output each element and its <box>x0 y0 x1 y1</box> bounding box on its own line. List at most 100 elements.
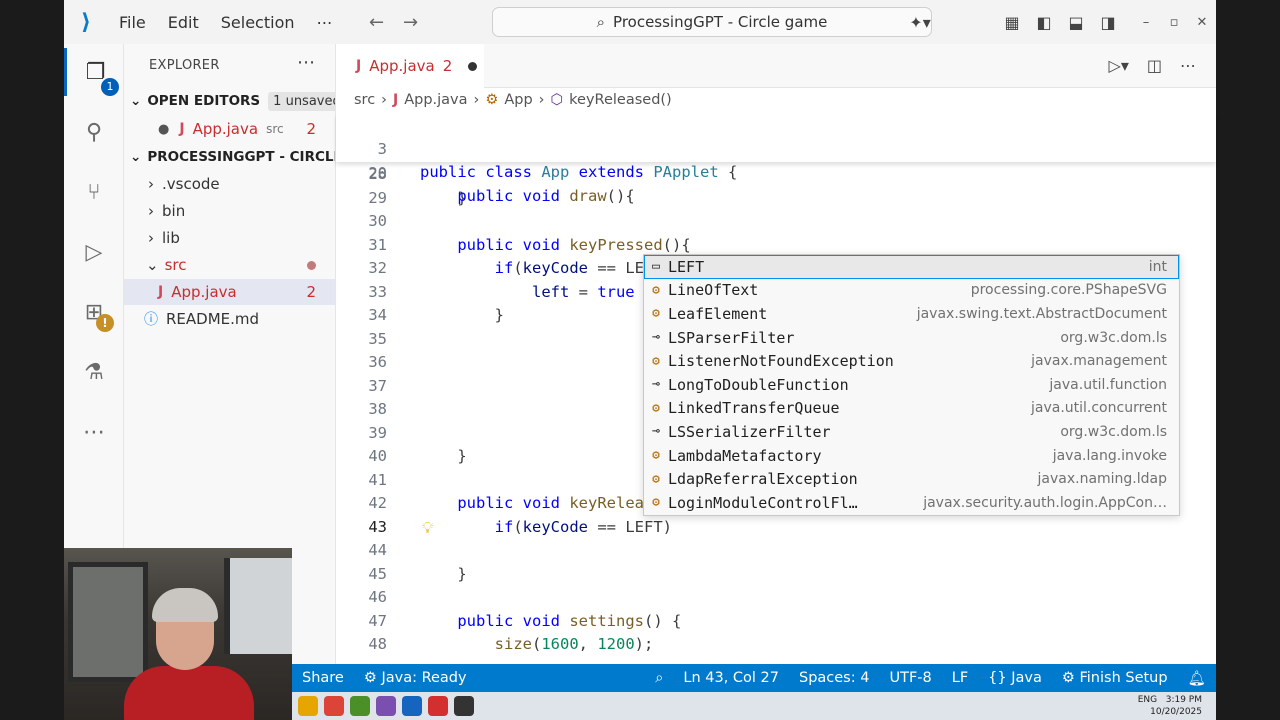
menu-more[interactable]: ⋯ <box>306 13 344 32</box>
suggestion-item[interactable]: ⊸ LSParserFilter org.w3c.dom.ls <box>644 326 1179 350</box>
tab-app-java[interactable]: J App.java 2 <box>336 44 484 88</box>
share-status[interactable]: Share <box>292 670 354 686</box>
breadcrumb-class[interactable]: App <box>504 92 532 108</box>
suggestion-item[interactable]: ⚙ LoginModuleControlFl… javax.security.aut… <box>644 491 1179 515</box>
tree-item-label: src <box>164 256 187 274</box>
run-icon[interactable]: ▷▾ <box>1109 56 1129 75</box>
extensions-icon[interactable]: ⊞! <box>64 288 124 336</box>
tree-item-vscode[interactable]: › .vscode <box>124 171 335 197</box>
customize-layout-icon[interactable]: ▦ <box>996 13 1028 32</box>
code-line[interactable]: 44 <box>336 539 1216 563</box>
restore-icon[interactable]: ▫ <box>1160 15 1188 30</box>
copilot-icon[interactable]: ✦▾ <box>904 13 936 32</box>
minimize-icon[interactable]: – <box>1132 15 1160 30</box>
code-text: public void draw(){ <box>457 187 635 205</box>
status-bar: Share ⚙ Java: Ready ⌕ Ln 43, Col 27 Spac… <box>292 664 1216 692</box>
breadcrumb-src[interactable]: src <box>354 92 375 108</box>
zoom-icon[interactable]: ⌕ <box>645 670 673 686</box>
java-status[interactable]: ⚙ Java: Ready <box>354 670 477 686</box>
file-explorer-icon[interactable] <box>298 696 318 716</box>
java-file-icon: J <box>356 58 362 74</box>
suggestion-item[interactable]: ⚙ LdapReferralException javax.naming.ldap <box>644 467 1179 491</box>
finish-setup[interactable]: ⚙ Finish Setup <box>1052 670 1178 686</box>
tree-item-lib[interactable]: › lib <box>124 225 335 251</box>
suggestion-item[interactable]: ⚙ LinkedTransferQueue java.util.concurrent <box>644 397 1179 421</box>
tab-label: App.java <box>369 57 435 75</box>
finish-setup-label: Finish Setup <box>1079 670 1168 686</box>
sidebar-more-icon[interactable]: ⋯ <box>297 52 315 73</box>
info-icon: ⓘ <box>144 312 158 328</box>
source-control-icon[interactable]: ⑂ <box>64 168 124 216</box>
search-view-icon[interactable]: ⚲ <box>64 108 124 156</box>
code-line[interactable]: 43 if(keyCode == LEFT) 💡︎ <box>336 516 1216 540</box>
code-line[interactable]: 46 <box>336 586 1216 610</box>
split-editor-icon[interactable]: ◫ <box>1147 56 1162 75</box>
run-debug-icon[interactable]: ▷ <box>64 228 124 276</box>
line-number: 33 <box>368 282 387 301</box>
testing-icon[interactable]: ⚗ <box>64 348 124 396</box>
system-tray[interactable]: ENG 3:19 PM 10/20/2025 <box>1138 694 1202 718</box>
command-center[interactable]: ⌕ ProcessingGPT - Circle game <box>492 7 932 37</box>
webcam-picture-frame <box>68 562 148 682</box>
toggle-sidebar-icon[interactable]: ◧ <box>1028 13 1060 32</box>
code-line[interactable]: 45 } <box>336 563 1216 587</box>
chrome-profile-icon[interactable] <box>350 696 370 716</box>
suggestion-item[interactable]: ⚙ LeafElement javax.swing.text.AbstractDoc… <box>644 302 1179 326</box>
language-mode[interactable]: {} Java <box>978 670 1052 686</box>
breadcrumb-method[interactable]: keyReleased() <box>569 92 672 108</box>
menu-edit[interactable]: Edit <box>157 13 210 32</box>
tree-item-bin[interactable]: › bin <box>124 198 335 224</box>
java-file-icon: J <box>179 121 185 137</box>
menu-file[interactable]: File <box>108 13 157 32</box>
unsaved-dot-icon[interactable]: ● <box>158 122 169 137</box>
app-icon[interactable] <box>376 696 396 716</box>
language-label: Java <box>1011 670 1042 686</box>
chrome-icon[interactable] <box>324 696 344 716</box>
toggle-secondary-sidebar-icon[interactable]: ◨ <box>1092 13 1124 32</box>
indentation[interactable]: Spaces: 4 <box>789 670 879 686</box>
explorer-icon[interactable]: ❐ 1 <box>64 48 124 96</box>
open-editors-header[interactable]: ⌄ OPEN EDITORS 1 unsaved <box>124 88 335 114</box>
suggestion-item[interactable]: ▭ LEFT int <box>644 255 1179 279</box>
suggestion-item[interactable]: ⚙ ListenerNotFoundException javax.manageme… <box>644 349 1179 373</box>
recorder-icon[interactable] <box>428 696 448 716</box>
encoding[interactable]: UTF-8 <box>879 670 941 686</box>
notifications-bell-icon[interactable]: 🔔︎ <box>1178 670 1216 687</box>
back-arrow-icon[interactable]: ← <box>360 12 394 33</box>
cursor-position[interactable]: Ln 43, Col 27 <box>673 670 789 686</box>
class-kind-icon: ⚙ <box>652 400 660 416</box>
open-editor-item[interactable]: ● J App.java src 2 <box>124 116 335 142</box>
toggle-panel-icon[interactable]: ⬓ <box>1060 13 1092 32</box>
suggestion-item[interactable]: ⊸ LSSerializerFilter org.w3c.dom.ls <box>644 420 1179 444</box>
suggestion-item[interactable]: ⊸ LongToDoubleFunction java.util.function <box>644 373 1179 397</box>
suggestion-item[interactable]: ⚙ LambdaMetafactory java.lang.invoke <box>644 444 1179 468</box>
interface-kind-icon: ⊸ <box>652 424 660 440</box>
title-bar: ⟩ File Edit Selection ⋯ ← → ⌕ Processing… <box>64 0 1216 44</box>
menu-selection[interactable]: Selection <box>210 13 306 32</box>
code-line[interactable]: 48 size(1600, 1200); <box>336 633 1216 657</box>
tree-item-src[interactable]: ⌄ src <box>124 252 335 278</box>
suggestion-widget[interactable]: ▭ LEFT int ⚙ LineOfText processing.core.PShap… <box>643 254 1180 516</box>
forward-arrow-icon[interactable]: → <box>394 12 428 33</box>
more-actions-icon[interactable]: ⋯ <box>1180 56 1196 75</box>
vscode-taskbar-icon[interactable] <box>402 696 422 716</box>
tree-item-readme[interactable]: ⓘ README.md <box>124 306 335 332</box>
code-text: if(keyCode == LEFT) <box>494 517 672 536</box>
close-icon[interactable]: ✕ <box>1188 15 1216 30</box>
code-text: } <box>420 564 467 583</box>
sticky-scroll[interactable]: 3 public class App extends PApplet { 20 … <box>336 114 1216 205</box>
more-views-icon[interactable]: ⋯ <box>64 408 124 456</box>
unsaved-dot-icon[interactable] <box>468 61 478 71</box>
workspace-header[interactable]: ⌄ PROCESSINGGPT - CIRCLE ... <box>124 144 335 170</box>
end-of-line[interactable]: LF <box>942 670 978 686</box>
code-line[interactable]: 47 public void settings() { <box>336 610 1216 634</box>
terminal-icon[interactable] <box>454 696 474 716</box>
line-number: 38 <box>368 400 387 418</box>
suggestion-item[interactable]: ⚙ LineOfText processing.core.PShapeSVG <box>644 279 1179 303</box>
lightbulb-icon[interactable]: 💡︎ <box>422 516 433 540</box>
tree-item-app-java[interactable]: J App.java 2 <box>124 279 335 305</box>
class-kind-icon: ⚙ <box>652 471 660 487</box>
suggestion-detail: org.w3c.dom.ls <box>1060 423 1167 440</box>
code-line[interactable]: 30 <box>336 210 1216 234</box>
breadcrumb-file[interactable]: App.java <box>404 92 467 108</box>
